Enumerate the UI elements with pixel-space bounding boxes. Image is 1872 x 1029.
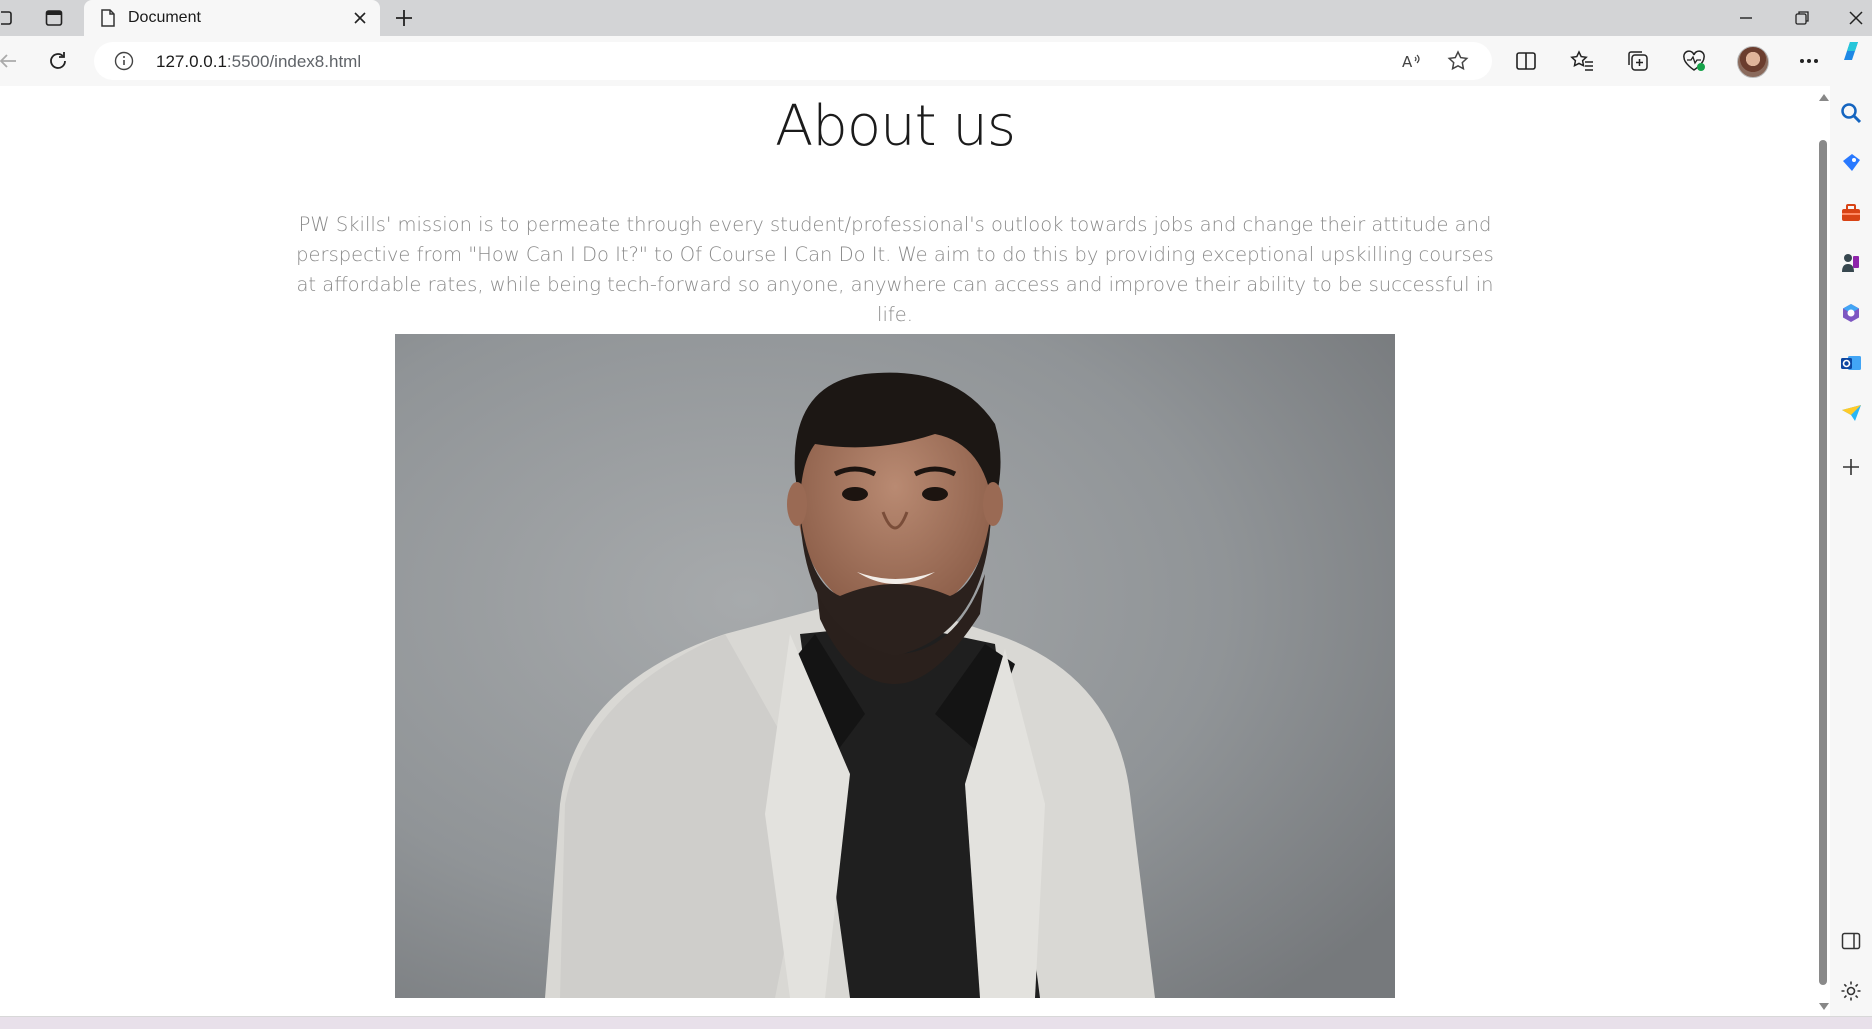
page-viewport: About us PW Skills' mission is to permea… — [0, 86, 1816, 1016]
tab-title: Document — [128, 9, 201, 26]
scroll-down-icon[interactable] — [1819, 1003, 1829, 1010]
settings-icon[interactable] — [1836, 976, 1866, 1006]
tab-strip: Document — [0, 0, 1872, 36]
profile-avatar[interactable] — [1737, 46, 1769, 78]
minimize-icon[interactable] — [1728, 0, 1764, 36]
favorite-star-icon[interactable] — [1444, 47, 1472, 75]
scrollbar-thumb[interactable] — [1819, 140, 1827, 985]
restore-icon[interactable] — [1784, 0, 1820, 36]
vertical-scrollbar[interactable] — [1816, 86, 1830, 1016]
search-icon[interactable] — [1836, 98, 1866, 128]
url-text[interactable]: 127.0.0.1:5500/index8.html — [156, 52, 361, 72]
split-screen-icon[interactable] — [1510, 45, 1542, 77]
edge-sidebar — [1830, 36, 1872, 1016]
tab-document[interactable]: Document — [84, 0, 380, 36]
page-heading: About us — [774, 94, 1016, 159]
browser-essentials-icon[interactable] — [1678, 45, 1710, 77]
founder-photo — [395, 334, 1395, 998]
add-icon[interactable] — [1836, 452, 1866, 482]
shopping-icon[interactable] — [1836, 148, 1866, 178]
close-icon[interactable] — [348, 6, 372, 30]
copilot-icon[interactable] — [1836, 36, 1866, 66]
url-path: :5500/index8.html — [226, 52, 362, 71]
more-icon[interactable] — [1793, 45, 1825, 77]
read-aloud-icon[interactable]: A — [1398, 47, 1426, 75]
back-icon[interactable] — [0, 45, 24, 77]
browser-toolbar: 127.0.0.1:5500/index8.html A — [0, 36, 1872, 86]
url-host: 127.0.0.1 — [156, 52, 227, 71]
taskbar-edge — [0, 1016, 1872, 1029]
outlook-icon[interactable] — [1836, 348, 1866, 378]
workspaces-icon[interactable] — [0, 0, 16, 36]
games-icon[interactable] — [1836, 248, 1866, 278]
new-tab-icon[interactable] — [388, 0, 420, 36]
vertical-tabs-icon[interactable] — [38, 0, 70, 36]
window-close-icon[interactable] — [1840, 0, 1872, 36]
tools-icon[interactable] — [1836, 198, 1866, 228]
mission-paragraph: PW Skills' mission is to permeate throug… — [296, 213, 1494, 326]
sidebar-toggle-icon[interactable] — [1836, 926, 1866, 956]
info-icon[interactable] — [114, 51, 134, 76]
microsoft365-icon[interactable] — [1836, 298, 1866, 328]
drop-icon[interactable] — [1836, 398, 1866, 428]
refresh-icon[interactable] — [42, 45, 74, 77]
collections-icon[interactable] — [1622, 45, 1654, 77]
address-bar[interactable]: 127.0.0.1:5500/index8.html A — [94, 42, 1492, 80]
scroll-up-icon[interactable] — [1819, 94, 1829, 101]
svg-text:A: A — [1402, 53, 1413, 71]
favorites-icon[interactable] — [1566, 45, 1598, 77]
page-icon — [100, 9, 116, 32]
